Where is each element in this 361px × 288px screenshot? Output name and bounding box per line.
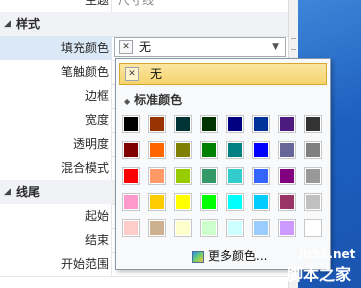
no-color-label: 无 [150, 67, 163, 81]
color-swatch[interactable] [278, 115, 296, 133]
no-color-icon: ✕ [119, 40, 133, 54]
color-swatch[interactable] [304, 167, 322, 185]
more-colors-label: 更多颜色... [208, 249, 268, 263]
color-swatch[interactable] [148, 193, 166, 211]
color-swatch[interactable] [226, 167, 244, 185]
color-swatch[interactable] [174, 141, 192, 159]
diamond-bullet-icon: ◆ [124, 97, 131, 106]
color-swatch[interactable] [226, 193, 244, 211]
color-swatch[interactable] [122, 141, 140, 159]
color-swatch[interactable] [252, 115, 270, 133]
color-swatch[interactable] [252, 193, 270, 211]
color-swatch[interactable] [304, 115, 322, 133]
color-swatch[interactable] [304, 141, 322, 159]
scrollbar-grip-icon[interactable] [291, 38, 296, 50]
row-theme-value: 尺寸线 [118, 0, 155, 7]
start-range-label: 开始范围 [0, 252, 112, 276]
color-swatch[interactable] [226, 141, 244, 159]
watermark-site: jb51.net [299, 247, 356, 261]
end-label: 结束 [0, 228, 112, 252]
color-swatch[interactable] [122, 115, 140, 133]
watermark-brand: 脚本之家 [287, 265, 352, 284]
fill-color-combobox[interactable]: ✕ 无 ▼ [114, 37, 286, 57]
fill-color-value: 无 [139, 40, 152, 54]
opacity-label: 透明度 [0, 132, 112, 156]
standard-colors-header: ◆ 标准颜色 [124, 91, 182, 109]
color-swatch[interactable] [200, 141, 218, 159]
color-swatch[interactable] [174, 167, 192, 185]
more-colors-button[interactable]: 更多颜色... [192, 247, 267, 265]
color-swatch[interactable] [252, 219, 270, 237]
color-swatch[interactable] [278, 193, 296, 211]
fill-color-label: 填充颜色 [0, 36, 112, 60]
group-line-end-label: 线尾 [16, 185, 41, 199]
palette-icon [192, 250, 204, 263]
color-swatch[interactable] [278, 167, 296, 185]
color-swatch[interactable] [252, 167, 270, 185]
color-swatch[interactable] [174, 219, 192, 237]
color-swatch[interactable] [200, 115, 218, 133]
dropdown-arrow-icon[interactable]: ▼ [272, 38, 279, 56]
color-swatch[interactable] [278, 219, 296, 237]
color-swatch[interactable] [200, 193, 218, 211]
start-label: 起始 [0, 204, 112, 228]
color-swatch[interactable] [122, 219, 140, 237]
collapse-triangle-icon[interactable]: ◢ [4, 12, 11, 36]
color-swatch[interactable] [226, 115, 244, 133]
group-style-label: 样式 [16, 17, 41, 31]
row-theme-label: 主题 [0, 0, 112, 12]
standard-colors-title: 标准颜色 [134, 93, 183, 107]
color-swatch[interactable] [226, 219, 244, 237]
no-color-option[interactable]: ✕ 无 [119, 63, 327, 85]
color-picker-popup: ✕ 无 ◆ 标准颜色 更多颜色... [115, 58, 331, 270]
color-swatch[interactable] [174, 193, 192, 211]
border-label: 边框 [0, 84, 112, 108]
color-swatch[interactable] [304, 193, 322, 211]
color-swatch[interactable] [200, 167, 218, 185]
color-swatch[interactable] [148, 167, 166, 185]
collapse-triangle-icon[interactable]: ◢ [4, 180, 11, 204]
color-swatch[interactable] [252, 141, 270, 159]
color-swatch[interactable] [200, 219, 218, 237]
color-swatch[interactable] [174, 115, 192, 133]
color-swatch[interactable] [304, 219, 322, 237]
color-swatch[interactable] [122, 193, 140, 211]
stroke-color-label: 笔触颜色 [0, 60, 112, 84]
color-swatch[interactable] [278, 141, 296, 159]
group-style-header[interactable]: ◢ 样式 [0, 12, 288, 37]
color-swatch[interactable] [148, 115, 166, 133]
width-label: 宽度 [0, 108, 112, 132]
no-color-icon: ✕ [125, 67, 139, 81]
color-swatch[interactable] [148, 219, 166, 237]
color-swatch[interactable] [148, 141, 166, 159]
blend-mode-label: 混合模式 [0, 156, 112, 180]
color-swatch[interactable] [122, 167, 140, 185]
